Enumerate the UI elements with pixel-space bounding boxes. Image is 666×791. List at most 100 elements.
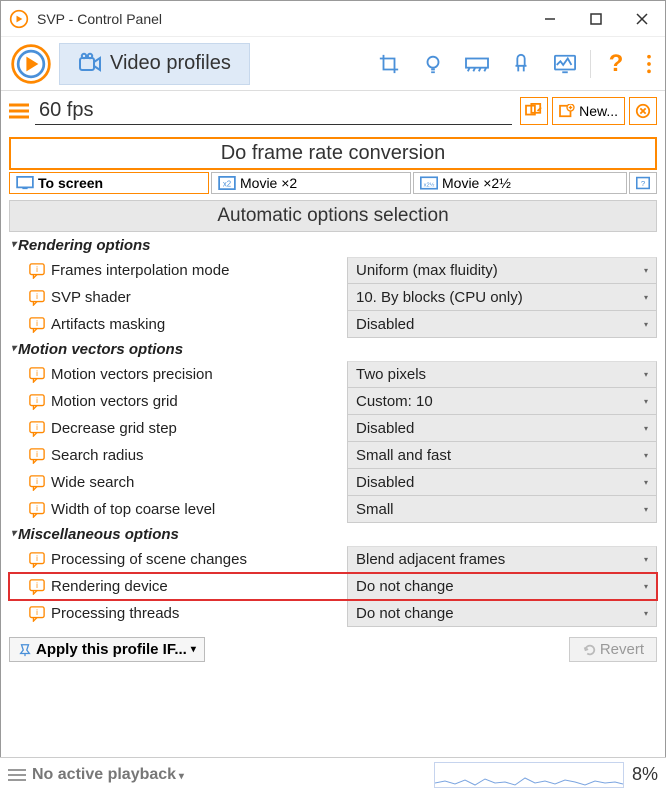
setting-dropdown[interactable]: Blend adjacent frames	[347, 546, 657, 573]
group-rendering[interactable]: Rendering options	[9, 234, 657, 257]
setting-value: Small	[356, 501, 394, 518]
setting-dropdown[interactable]: Do not change	[347, 573, 657, 600]
camera-icon	[78, 52, 102, 76]
revert-label: Revert	[600, 641, 644, 658]
profile-movie-x2[interactable]: x2 Movie ×2	[211, 172, 411, 194]
svg-text:?: ?	[641, 179, 646, 188]
monitor-button[interactable]	[544, 44, 586, 84]
setting-value: Uniform (max fluidity)	[356, 262, 498, 279]
crop-button[interactable]	[368, 44, 410, 84]
monitor-icon	[553, 53, 577, 75]
maximize-button[interactable]	[573, 1, 619, 37]
duplicate-icon	[525, 103, 543, 119]
info-icon: i	[29, 502, 45, 518]
menu-button[interactable]	[639, 44, 659, 84]
status-list-icon[interactable]	[8, 768, 26, 782]
duplicate-button[interactable]	[520, 97, 548, 125]
setting-value: Small and fast	[356, 447, 451, 464]
setting-row: i Search radius Small and fast	[9, 442, 657, 469]
svg-text:i: i	[36, 318, 38, 327]
info-icon: i	[29, 263, 45, 279]
auto-options-bar[interactable]: Automatic options selection	[9, 200, 657, 232]
setting-label-cell: iArtifacts masking	[9, 311, 347, 338]
delete-icon	[635, 103, 651, 119]
new-label: New...	[579, 103, 618, 119]
settings-panel: Rendering options i Frames interpolation …	[9, 234, 657, 627]
info-icon: i	[29, 606, 45, 622]
close-button[interactable]	[619, 1, 665, 37]
setting-dropdown[interactable]: Small	[347, 496, 657, 523]
help-button[interactable]: ?	[595, 44, 637, 84]
maximize-icon	[590, 13, 602, 25]
setting-value: Two pixels	[356, 366, 426, 383]
info-icon: i	[29, 475, 45, 491]
info-icon: i	[29, 317, 45, 333]
svg-text:x2: x2	[223, 180, 231, 189]
setting-label: Width of top coarse level	[51, 501, 215, 518]
app-icon	[9, 9, 29, 29]
fps-input[interactable]	[35, 97, 512, 125]
kebab-icon	[646, 53, 652, 75]
window-title: SVP - Control Panel	[37, 11, 527, 27]
svg-text:x2½: x2½	[424, 181, 435, 188]
frc-bar[interactable]: Do frame rate conversion	[9, 137, 657, 170]
setting-dropdown[interactable]: Do not change	[347, 600, 657, 627]
led-icon	[510, 53, 532, 75]
profile-movie-x25[interactable]: x2½ Movie ×2½	[413, 172, 627, 194]
statusbar: No active playback 8%	[0, 757, 666, 791]
setting-label-cell: iMotion vectors grid	[9, 388, 347, 415]
setting-dropdown[interactable]: Disabled	[347, 469, 657, 496]
cpu-percent: 8%	[632, 764, 658, 785]
list-icon[interactable]	[9, 102, 29, 120]
group-motion[interactable]: Motion vectors options	[9, 338, 657, 361]
setting-label-cell: i Frames interpolation mode	[9, 257, 347, 284]
setting-label: Frames interpolation mode	[51, 262, 229, 279]
delete-profile-button[interactable]	[629, 97, 657, 125]
setting-dropdown[interactable]: Uniform (max fluidity)	[347, 257, 657, 284]
led-button[interactable]	[500, 44, 542, 84]
setting-row: i SVP shader 10. By blocks (CPU only)	[9, 284, 657, 311]
setting-label-cell: i SVP shader	[9, 284, 347, 311]
setting-dropdown[interactable]: 10. By blocks (CPU only)	[347, 284, 657, 311]
setting-dropdown[interactable]: Disabled	[347, 415, 657, 442]
svg-text:i: i	[36, 449, 38, 458]
minimize-button[interactable]	[527, 1, 573, 37]
setting-row: iRendering device Do not change	[9, 573, 657, 600]
setting-label: Motion vectors precision	[51, 366, 213, 383]
info-icon: i	[29, 421, 45, 437]
setting-value: Do not change	[356, 578, 454, 595]
setting-label: SVP shader	[51, 289, 131, 306]
profile-to-screen[interactable]: To screen	[9, 172, 209, 194]
setting-row: i Processing threads Do not change	[9, 600, 657, 627]
info-icon: i	[29, 394, 45, 410]
apply-profile-if-button[interactable]: Apply this profile IF... ▾	[9, 637, 205, 662]
setting-label-cell: i Search radius	[9, 442, 347, 469]
new-profile-button[interactable]: New...	[552, 97, 625, 125]
setting-dropdown[interactable]: Disabled	[347, 311, 657, 338]
tab-video-profiles[interactable]: Video profiles	[59, 43, 250, 85]
setting-row: i Wide search Disabled	[9, 469, 657, 496]
svg-text:i: i	[36, 395, 38, 404]
setting-dropdown[interactable]: Two pixels	[347, 361, 657, 388]
blackbar-button[interactable]	[456, 44, 498, 84]
apply-row: Apply this profile IF... ▾ Revert	[9, 637, 657, 662]
setting-dropdown[interactable]: Custom: 10	[347, 388, 657, 415]
light-button[interactable]	[412, 44, 454, 84]
svg-text:i: i	[36, 580, 38, 589]
playback-status[interactable]: No active playback	[32, 766, 426, 784]
revert-icon	[582, 643, 596, 657]
profile-label: Movie ×2½	[442, 175, 511, 191]
setting-label: Processing threads	[51, 605, 179, 622]
setting-label-cell: i Width of top coarse level	[9, 496, 347, 523]
svg-text:i: i	[36, 422, 38, 431]
profile-label: To screen	[38, 175, 103, 191]
group-misc[interactable]: Miscellaneous options	[9, 523, 657, 546]
setting-label: Wide search	[51, 474, 134, 491]
profile-help-button[interactable]: ?	[629, 172, 657, 194]
setting-label-cell: i Wide search	[9, 469, 347, 496]
setting-label-cell: iRendering device	[9, 573, 347, 600]
setting-label: Search radius	[51, 447, 144, 464]
setting-dropdown[interactable]: Small and fast	[347, 442, 657, 469]
info-icon: i	[29, 290, 45, 306]
setting-value: Custom: 10	[356, 393, 433, 410]
